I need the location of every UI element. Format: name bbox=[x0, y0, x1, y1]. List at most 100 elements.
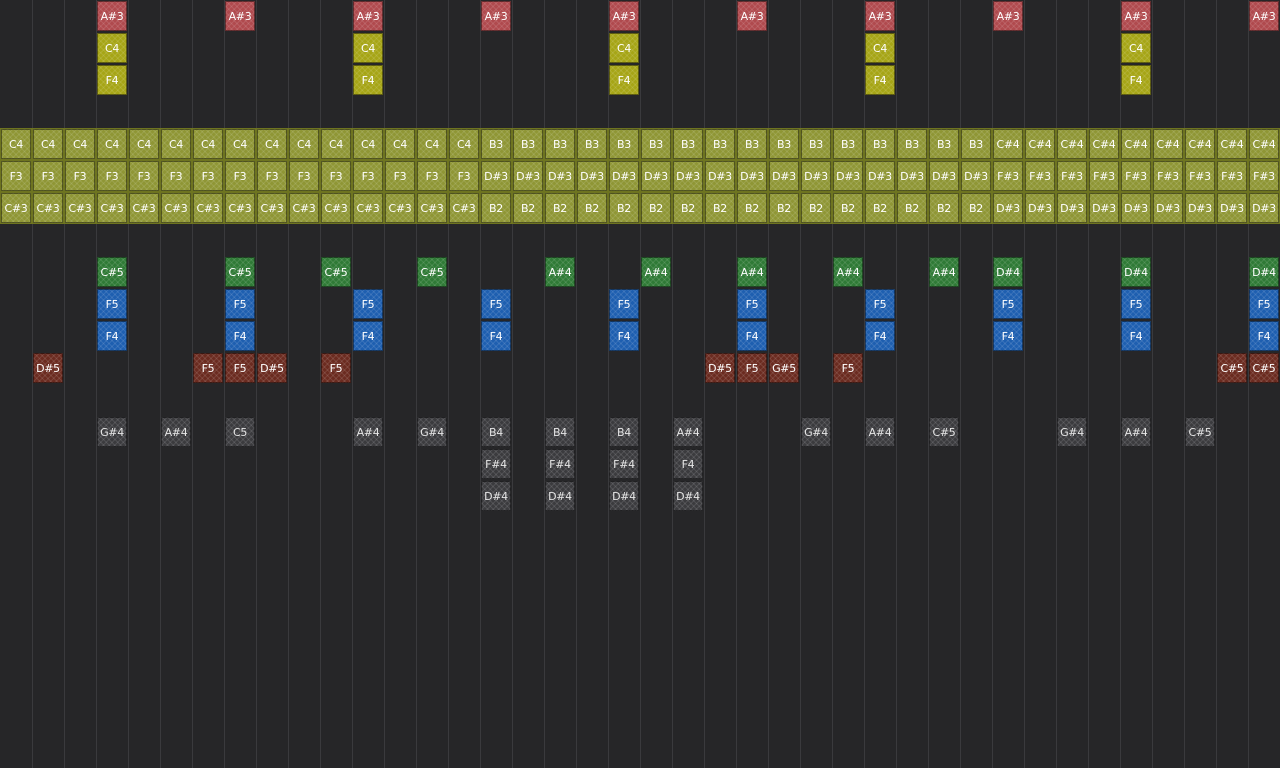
note-block[interactable]: F4 bbox=[97, 321, 127, 351]
chord-note[interactable]: C#3 bbox=[225, 193, 255, 223]
chord-note[interactable]: C#4 bbox=[1249, 129, 1279, 159]
chord-note[interactable]: D#3 bbox=[481, 161, 511, 191]
chord-note[interactable]: C4 bbox=[129, 129, 159, 159]
chord-note[interactable]: F#3 bbox=[993, 161, 1023, 191]
chord-note[interactable]: F3 bbox=[257, 161, 287, 191]
chord-note[interactable]: B3 bbox=[769, 129, 799, 159]
chord-note[interactable]: B2 bbox=[673, 193, 703, 223]
chord-note[interactable]: B3 bbox=[961, 129, 991, 159]
chord-note[interactable]: D#3 bbox=[737, 161, 767, 191]
chord-note[interactable]: B3 bbox=[577, 129, 607, 159]
note-block[interactable]: A#3 bbox=[481, 1, 511, 31]
chord-note[interactable]: B3 bbox=[801, 129, 831, 159]
chord-note[interactable]: C#4 bbox=[1057, 129, 1087, 159]
note-block[interactable]: A#3 bbox=[97, 1, 127, 31]
chord-note[interactable]: D#3 bbox=[801, 161, 831, 191]
note-block[interactable]: G#4 bbox=[97, 417, 127, 447]
chord-note[interactable]: D#3 bbox=[545, 161, 575, 191]
chord-note[interactable]: C#4 bbox=[1121, 129, 1151, 159]
note-block[interactable]: F5 bbox=[97, 289, 127, 319]
note-block[interactable]: D#4 bbox=[1121, 257, 1151, 287]
note-block[interactable]: A#4 bbox=[161, 417, 191, 447]
chord-note[interactable]: C4 bbox=[257, 129, 287, 159]
note-block[interactable]: C#5 bbox=[1217, 353, 1247, 383]
note-block[interactable]: C#5 bbox=[929, 417, 959, 447]
note-block[interactable]: F5 bbox=[193, 353, 223, 383]
chord-note[interactable]: B3 bbox=[641, 129, 671, 159]
note-block[interactable]: F4 bbox=[353, 321, 383, 351]
note-block[interactable]: D#4 bbox=[545, 481, 575, 511]
chord-note[interactable]: C#4 bbox=[1185, 129, 1215, 159]
chord-note[interactable]: F3 bbox=[161, 161, 191, 191]
chord-note[interactable]: B3 bbox=[481, 129, 511, 159]
note-block[interactable]: F5 bbox=[865, 289, 895, 319]
note-block[interactable]: A#4 bbox=[545, 257, 575, 287]
chord-note[interactable]: F#3 bbox=[1185, 161, 1215, 191]
note-block[interactable]: F4 bbox=[225, 321, 255, 351]
chord-note[interactable]: F3 bbox=[97, 161, 127, 191]
chord-note[interactable]: B2 bbox=[865, 193, 895, 223]
note-block[interactable]: D#4 bbox=[1249, 257, 1279, 287]
chord-note[interactable]: B3 bbox=[513, 129, 543, 159]
note-block[interactable]: A#3 bbox=[225, 1, 255, 31]
note-block[interactable]: D#5 bbox=[257, 353, 287, 383]
note-block[interactable]: A#3 bbox=[1249, 1, 1279, 31]
chord-note[interactable]: B3 bbox=[833, 129, 863, 159]
chord-note[interactable]: C#4 bbox=[1153, 129, 1183, 159]
chord-note[interactable]: B3 bbox=[737, 129, 767, 159]
note-block[interactable]: F5 bbox=[481, 289, 511, 319]
chord-note[interactable]: C4 bbox=[289, 129, 319, 159]
note-block[interactable]: F4 bbox=[737, 321, 767, 351]
note-block[interactable]: B4 bbox=[481, 417, 511, 447]
chord-note[interactable]: C#3 bbox=[417, 193, 447, 223]
note-block[interactable]: G#4 bbox=[801, 417, 831, 447]
chord-note[interactable]: D#3 bbox=[961, 161, 991, 191]
note-block[interactable]: F4 bbox=[97, 65, 127, 95]
note-block[interactable]: F4 bbox=[1121, 65, 1151, 95]
chord-note[interactable]: F#3 bbox=[1057, 161, 1087, 191]
note-block[interactable]: F4 bbox=[865, 321, 895, 351]
note-block[interactable]: C4 bbox=[865, 33, 895, 63]
chord-note[interactable]: C4 bbox=[225, 129, 255, 159]
chord-note[interactable]: B2 bbox=[801, 193, 831, 223]
note-block[interactable]: A#4 bbox=[737, 257, 767, 287]
chord-note[interactable]: C#4 bbox=[993, 129, 1023, 159]
chord-note[interactable]: F3 bbox=[449, 161, 479, 191]
chord-note[interactable]: F#3 bbox=[1249, 161, 1279, 191]
chord-note[interactable]: D#3 bbox=[1057, 193, 1087, 223]
chord-note[interactable]: B2 bbox=[481, 193, 511, 223]
chord-note[interactable]: F3 bbox=[65, 161, 95, 191]
chord-note[interactable]: B2 bbox=[961, 193, 991, 223]
note-block[interactable]: F4 bbox=[673, 449, 703, 479]
note-block[interactable]: A#4 bbox=[929, 257, 959, 287]
chord-note[interactable]: D#3 bbox=[577, 161, 607, 191]
note-block[interactable]: F#4 bbox=[481, 449, 511, 479]
chord-note[interactable]: B3 bbox=[865, 129, 895, 159]
chord-note[interactable]: C4 bbox=[33, 129, 63, 159]
chord-note[interactable]: D#3 bbox=[833, 161, 863, 191]
note-block[interactable]: D#5 bbox=[705, 353, 735, 383]
chord-note[interactable]: C#3 bbox=[161, 193, 191, 223]
chord-note[interactable]: C#4 bbox=[1025, 129, 1055, 159]
chord-note[interactable]: B2 bbox=[609, 193, 639, 223]
note-block[interactable]: G#4 bbox=[417, 417, 447, 447]
chord-note[interactable]: C#3 bbox=[289, 193, 319, 223]
note-block[interactable]: C#5 bbox=[321, 257, 351, 287]
note-block[interactable]: A#3 bbox=[993, 1, 1023, 31]
note-block[interactable]: F4 bbox=[609, 321, 639, 351]
chord-note[interactable]: B3 bbox=[897, 129, 927, 159]
chord-note[interactable]: C4 bbox=[1, 129, 31, 159]
chord-note[interactable]: C4 bbox=[65, 129, 95, 159]
chord-note[interactable]: F3 bbox=[1, 161, 31, 191]
note-block[interactable]: F4 bbox=[481, 321, 511, 351]
note-block[interactable]: A#3 bbox=[353, 1, 383, 31]
note-block[interactable]: F4 bbox=[865, 65, 895, 95]
chord-note[interactable]: F#3 bbox=[1153, 161, 1183, 191]
note-block[interactable]: C4 bbox=[353, 33, 383, 63]
note-block[interactable]: C#5 bbox=[1185, 417, 1215, 447]
chord-note[interactable]: F#3 bbox=[1217, 161, 1247, 191]
chord-note[interactable]: D#3 bbox=[1121, 193, 1151, 223]
chord-note[interactable]: C4 bbox=[385, 129, 415, 159]
chord-note[interactable]: C#3 bbox=[193, 193, 223, 223]
chord-note[interactable]: B2 bbox=[897, 193, 927, 223]
